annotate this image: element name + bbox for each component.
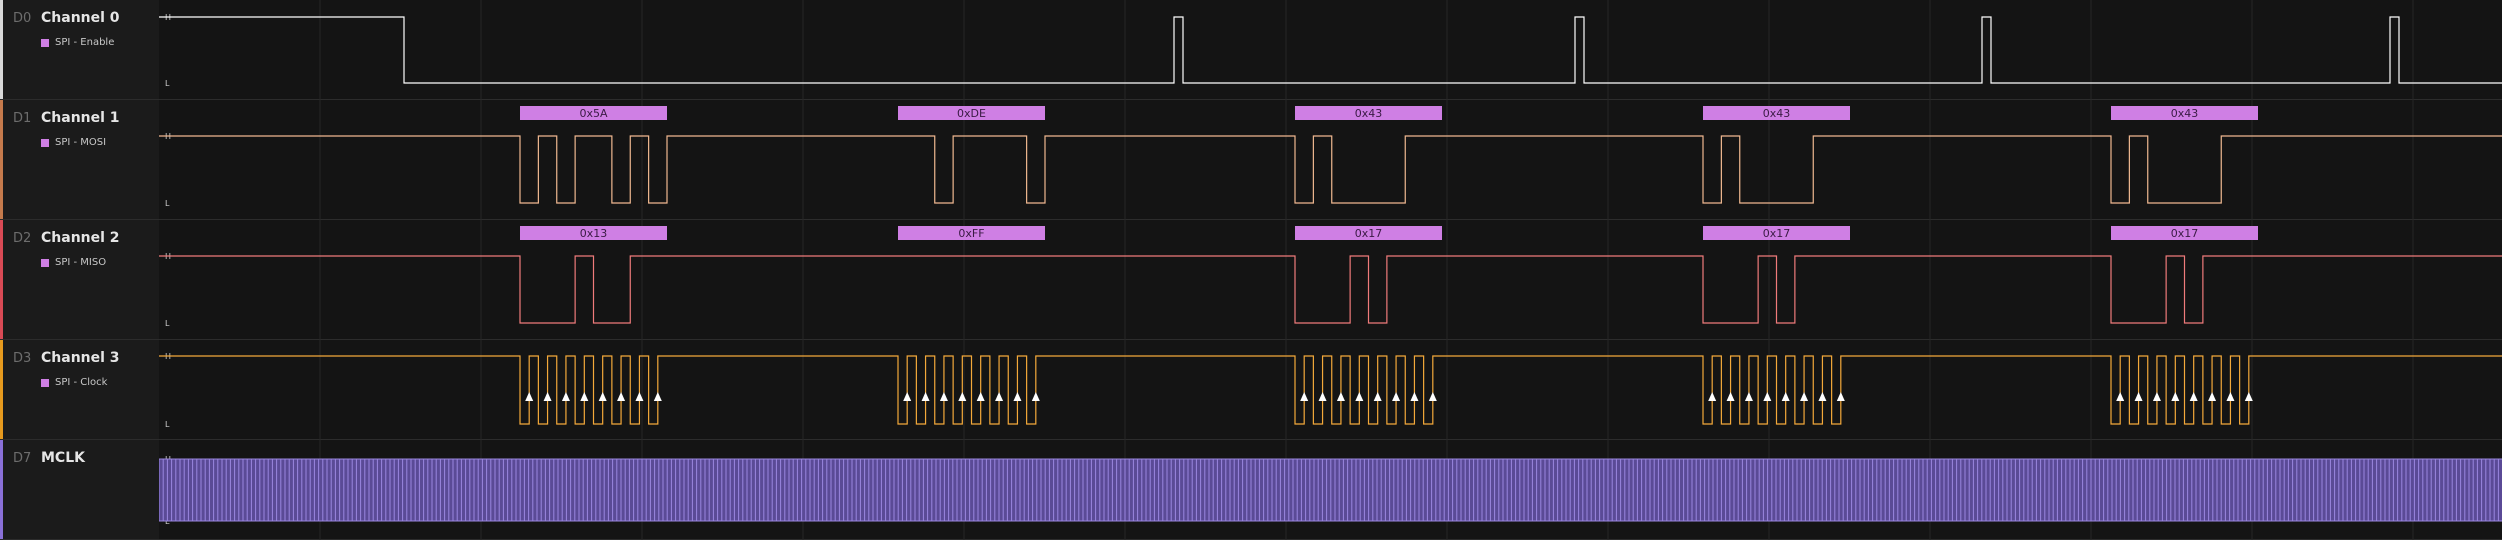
analyzer-badge[interactable]: SPI - Clock bbox=[41, 377, 107, 388]
channel-color-stripe bbox=[0, 340, 3, 439]
decode-value: 0xFF bbox=[958, 227, 984, 240]
decode-frame[interactable]: 0xDE bbox=[898, 106, 1045, 120]
channel-label-d7[interactable]: D7 MCLK bbox=[0, 440, 159, 540]
channel-name[interactable]: Channel 1 bbox=[41, 110, 120, 126]
decode-frame[interactable]: 0x13 bbox=[520, 226, 667, 240]
decode-value: 0x43 bbox=[2171, 107, 2199, 120]
analyzer-color-icon bbox=[41, 38, 49, 47]
level-low-marker: L bbox=[165, 319, 170, 328]
decode-frame[interactable]: 0x43 bbox=[1703, 106, 1850, 120]
logic-analyzer-view: D0 Channel 0 SPI - Enable D1 Channel 1 SPI - … bbox=[0, 0, 2502, 540]
channel-name[interactable]: Channel 2 bbox=[41, 230, 120, 246]
level-low-marker: L bbox=[165, 79, 170, 88]
decode-frame[interactable]: 0x17 bbox=[2111, 226, 2258, 240]
analyzer-badge[interactable]: SPI - MOSI bbox=[41, 137, 106, 148]
channel-label-d1[interactable]: D1 Channel 1 SPI - MOSI bbox=[0, 100, 159, 220]
analyzer-color-icon bbox=[41, 378, 49, 387]
analyzer-badge[interactable]: SPI - MISO bbox=[41, 257, 106, 268]
channel-color-stripe bbox=[0, 220, 3, 339]
decode-value: 0xDE bbox=[957, 107, 986, 120]
channel-name[interactable]: MCLK bbox=[41, 450, 85, 466]
channel-label-d3[interactable]: D3 Channel 3 SPI - Clock bbox=[0, 340, 159, 440]
row-background bbox=[159, 0, 2502, 100]
decode-frame[interactable]: 0x17 bbox=[1703, 226, 1850, 240]
level-low-marker: L bbox=[165, 199, 170, 208]
analyzer-label: SPI - MISO bbox=[55, 257, 107, 268]
level-low-marker: L bbox=[165, 420, 170, 429]
decode-value: 0x17 bbox=[1763, 227, 1791, 240]
decode-frame[interactable]: 0x17 bbox=[1295, 226, 1442, 240]
decode-value: 0x5A bbox=[579, 107, 608, 120]
decode-value: 0x13 bbox=[580, 227, 608, 240]
channel-name[interactable]: Channel 3 bbox=[41, 350, 120, 366]
channel-label-d0[interactable]: D0 Channel 0 SPI - Enable bbox=[0, 0, 159, 100]
decode-frame[interactable]: 0x43 bbox=[2111, 106, 2258, 120]
analyzer-label: SPI - MOSI bbox=[55, 137, 107, 148]
analyzer-label: SPI - Enable bbox=[55, 37, 115, 48]
channel-code: D0 bbox=[13, 11, 32, 26]
channel-code: D3 bbox=[13, 351, 32, 366]
decode-value: 0x43 bbox=[1355, 107, 1383, 120]
channel-label-d2[interactable]: D2 Channel 2 SPI - MISO bbox=[0, 220, 159, 340]
channel-name[interactable]: Channel 0 bbox=[41, 10, 120, 26]
decode-frame[interactable]: 0xFF bbox=[898, 226, 1045, 240]
decode-value: 0x43 bbox=[1763, 107, 1791, 120]
analyzer-color-icon bbox=[41, 258, 49, 267]
analyzer-label: SPI - Clock bbox=[55, 377, 108, 388]
decode-frame[interactable]: 0x43 bbox=[1295, 106, 1442, 120]
channel-color-stripe bbox=[0, 100, 3, 219]
analyzer-color-icon bbox=[41, 138, 49, 147]
channel-label-panel: D0 Channel 0 SPI - Enable D1 Channel 1 SPI - … bbox=[0, 0, 159, 540]
analyzer-badge[interactable]: SPI - Enable bbox=[41, 37, 114, 48]
channel-code: D2 bbox=[13, 231, 32, 246]
decode-frame[interactable]: 0x5A bbox=[520, 106, 667, 120]
decode-value: 0x17 bbox=[1355, 227, 1383, 240]
channel-code: D7 bbox=[13, 451, 32, 466]
channel-color-stripe bbox=[0, 440, 3, 539]
channel-code: D1 bbox=[13, 111, 32, 126]
channel-color-stripe bbox=[0, 0, 3, 99]
decode-value: 0x17 bbox=[2171, 227, 2199, 240]
row-background bbox=[159, 340, 2502, 440]
waveform-area[interactable]: HLHLHLHLHL0x5A0xDE0x430x430x430x130xFF0x… bbox=[159, 0, 2502, 540]
